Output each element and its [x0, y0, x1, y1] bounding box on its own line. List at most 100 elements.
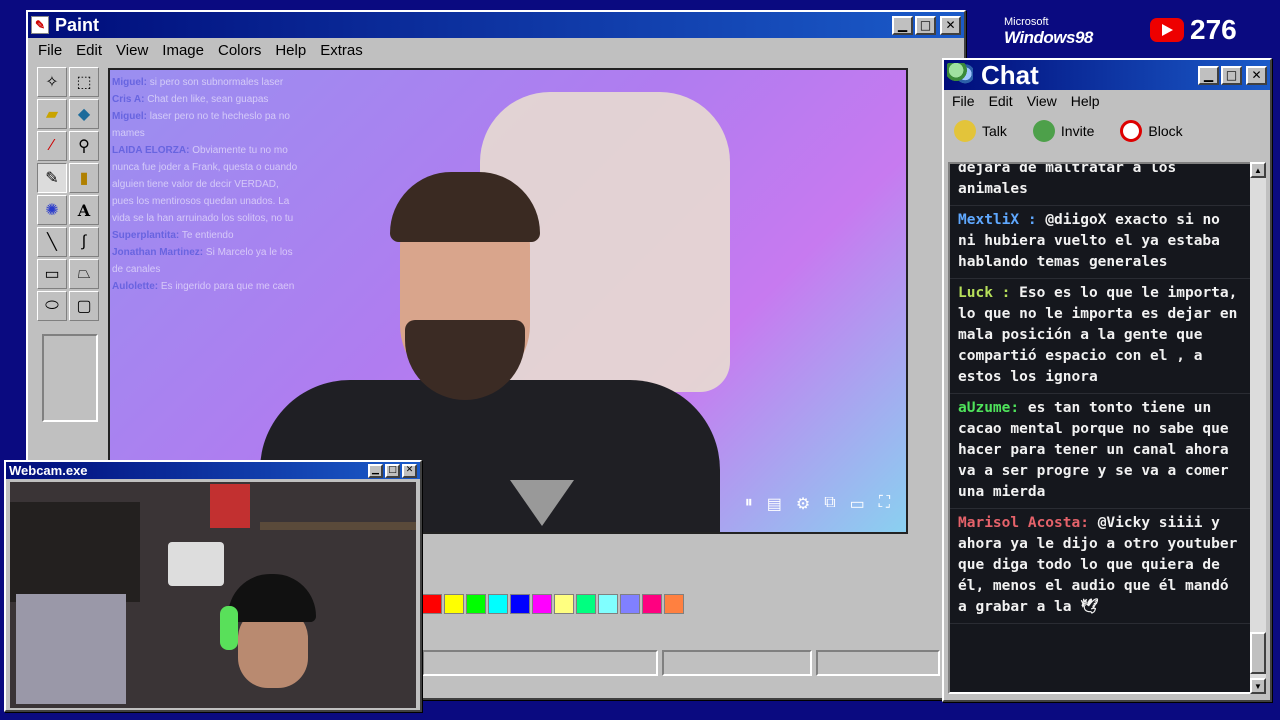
fill-icon[interactable]: ◆ [69, 99, 99, 129]
close-button[interactable]: ✕ [940, 15, 961, 35]
text-icon[interactable]: A [69, 195, 99, 225]
canvas-chat-line: Superplantita: Te entiendo [112, 230, 234, 241]
webcam-titlebar[interactable]: Webcam.exe ▁ □ ✕ [6, 462, 420, 479]
palette-swatch[interactable] [664, 594, 684, 614]
maximize-button[interactable]: □ [915, 15, 936, 35]
canvas-chat-line: Miguel: laser pero no te hecheslo pa no … [112, 111, 290, 139]
magnifier-icon[interactable]: ⚲ [69, 131, 99, 161]
chat-close-button[interactable]: ✕ [1246, 65, 1267, 85]
menu-extras[interactable]: Extras [320, 42, 363, 59]
block-icon [1120, 120, 1143, 142]
palette-swatch[interactable] [642, 594, 662, 614]
line-icon[interactable]: ╲ [37, 227, 67, 257]
talk-icon [954, 120, 976, 142]
fullscreen-icon[interactable]: ⛶ [879, 494, 890, 514]
status-panel-1 [422, 650, 658, 676]
chat-message: dejara de maltratar a los animales [950, 164, 1252, 206]
scroll-thumb[interactable] [1250, 632, 1266, 674]
palette-swatch[interactable] [598, 594, 618, 614]
palette-swatch[interactable] [620, 594, 640, 614]
canvas-chat-overlay: Miguel: si pero son subnormales laser Cr… [112, 74, 302, 295]
webcam-feed [10, 482, 416, 708]
palette-swatch[interactable] [466, 594, 486, 614]
minimize-button[interactable]: ▁ [892, 15, 913, 35]
chat-messages[interactable]: dejara de maltratar a los animales Mextl… [948, 162, 1254, 694]
paint-statusbar [422, 650, 940, 676]
ellipse-icon[interactable]: ⬭ [37, 291, 67, 321]
rectangle-icon[interactable]: ▭ [37, 259, 67, 289]
canvas-chat-line: Miguel: si pero son subnormales laser [112, 77, 284, 88]
frame-decor [210, 484, 250, 528]
chat-people-icon [947, 63, 973, 87]
chat-message: aUzume: es tan tonto tiene un cacao ment… [950, 394, 1252, 509]
microsoft-text: Microsoft [1004, 16, 1049, 28]
chat-menu-edit[interactable]: Edit [989, 93, 1013, 109]
webcam-close-button[interactable]: ✕ [402, 463, 417, 478]
menu-help[interactable]: Help [275, 42, 306, 59]
windows98-text: Windows98 [1004, 28, 1093, 47]
menu-colors[interactable]: Colors [218, 42, 261, 59]
youtube-icon [1150, 18, 1184, 42]
palette-swatch[interactable] [554, 594, 574, 614]
menu-image[interactable]: Image [162, 42, 204, 59]
chat-message: Marisol Acosta: @Vicky siiii y ahora ya … [950, 509, 1252, 624]
polygon-icon[interactable]: ⏢ [69, 259, 99, 289]
free-select-icon[interactable]: ✧ [37, 67, 67, 97]
status-panel-3 [816, 650, 940, 676]
youtube-count: 276 [1190, 14, 1237, 45]
webcam-window: Webcam.exe ▁ □ ✕ [4, 460, 422, 712]
palette-swatch[interactable] [532, 594, 552, 614]
pencil-icon[interactable]: ✎ [37, 163, 67, 193]
eraser-icon[interactable]: ▰ [37, 99, 67, 129]
webcam-maximize-button[interactable]: □ [385, 463, 400, 478]
chat-menu-file[interactable]: File [952, 93, 975, 109]
talk-button[interactable]: Talk [954, 120, 1007, 142]
webcam-minimize-button[interactable]: ▁ [368, 463, 383, 478]
webcam-title: Webcam.exe [9, 463, 88, 478]
paint-toolbox: ✧ ⬚ ▰ ◆ ⁄ ⚲ ✎ ▮ ✺ A ╲ ∫ ▭ ⏢ ⬭ ▢ [36, 66, 102, 322]
theater-mode-icon[interactable]: ▭ [850, 494, 865, 514]
color-palette [422, 594, 684, 614]
miniplayer-icon[interactable]: ⧉ [824, 494, 835, 514]
scroll-up-icon[interactable]: ▲ [1250, 162, 1266, 178]
brush-icon[interactable]: ▮ [69, 163, 99, 193]
autoplay-toggle-icon[interactable]: ⏸ [745, 494, 753, 514]
canvas-chat-line: Jonathan Martinez: Si Marcelo ya le los … [112, 247, 293, 275]
settings-gear-icon[interactable]: ⚙ [796, 494, 810, 514]
menu-file[interactable]: File [38, 42, 62, 59]
invite-icon [1032, 120, 1055, 142]
curve-icon[interactable]: ∫ [69, 227, 99, 257]
video-controls: ⏸ ▤ ⚙ ⧉ ▭ ⛶ [745, 494, 890, 514]
menu-view[interactable]: View [116, 42, 148, 59]
chat-minimize-button[interactable]: ▁ [1198, 65, 1219, 85]
paint-titlebar[interactable]: ✎ Paint ▁ □ ✕ [28, 12, 964, 38]
chat-menu-help[interactable]: Help [1071, 93, 1100, 109]
palette-swatch[interactable] [422, 594, 442, 614]
eyedropper-icon[interactable]: ⁄ [37, 131, 67, 161]
shelf-left [10, 502, 140, 602]
scroll-down-icon[interactable]: ▼ [1250, 678, 1266, 694]
chat-maximize-button[interactable]: □ [1221, 65, 1242, 85]
airbrush-icon[interactable]: ✺ [37, 195, 67, 225]
paint-menubar: File Edit View Image Colors Help Extras [28, 38, 964, 63]
menu-edit[interactable]: Edit [76, 42, 102, 59]
palette-swatch[interactable] [510, 594, 530, 614]
chat-toolbar: Talk Invite Block [944, 112, 1270, 150]
tool-options-box[interactable] [42, 334, 98, 422]
shelf-board [260, 522, 416, 530]
chat-menu-view[interactable]: View [1027, 93, 1057, 109]
status-panel-2 [662, 650, 812, 676]
chat-menubar: File Edit View Help [944, 90, 1270, 112]
palette-swatch[interactable] [576, 594, 596, 614]
poster [16, 594, 126, 704]
chat-scrollbar[interactable]: ▲ ▼ [1250, 162, 1266, 694]
subtitles-icon[interactable]: ▤ [767, 494, 782, 514]
palette-swatch[interactable] [488, 594, 508, 614]
block-button[interactable]: Block [1120, 120, 1183, 142]
palette-swatch[interactable] [444, 594, 464, 614]
youtube-counter: 276 [1150, 14, 1237, 46]
rounded-rect-icon[interactable]: ▢ [69, 291, 99, 321]
rect-select-icon[interactable]: ⬚ [69, 67, 99, 97]
invite-button[interactable]: Invite [1032, 120, 1094, 142]
chat-titlebar[interactable]: Chat ▁ □ ✕ [944, 60, 1270, 90]
